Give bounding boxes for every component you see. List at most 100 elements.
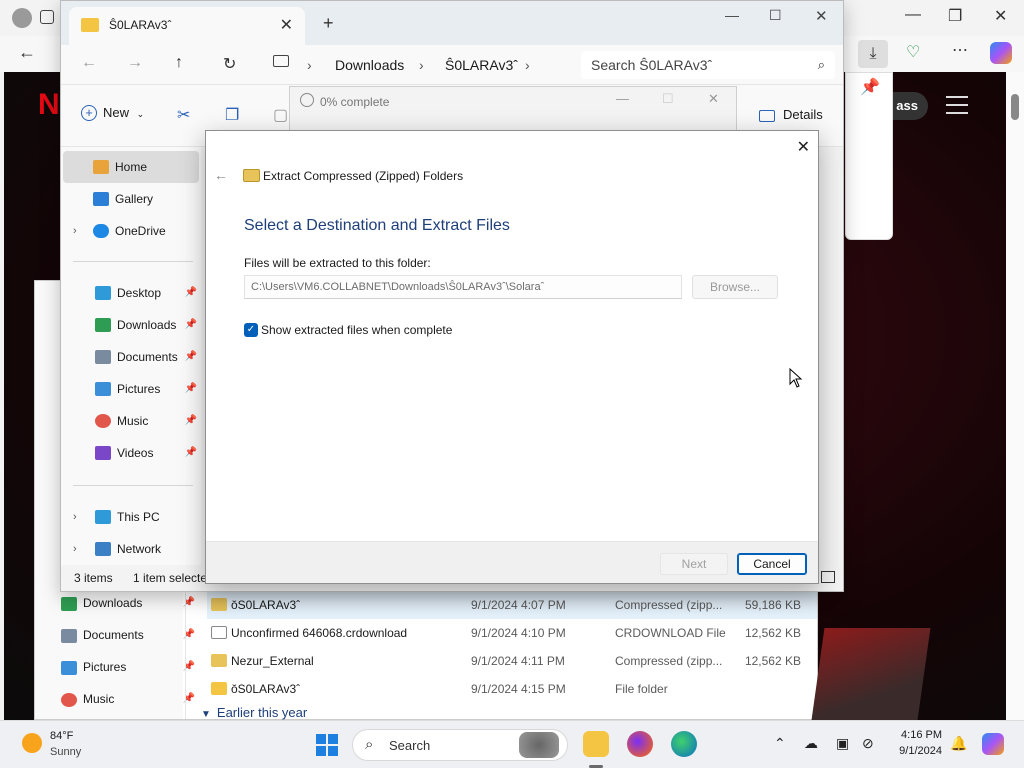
refresh-icon[interactable]: ↻: [223, 54, 236, 74]
notification-bell-icon[interactable]: 🔔: [950, 735, 967, 752]
sidebar-item-this-pc[interactable]: › This PC: [63, 501, 199, 533]
maximize-icon[interactable]: ☐: [662, 91, 674, 107]
table-row[interactable]: ŏS0LARAv3ˆ 9/1/2024 4:07 PM Compressed (…: [207, 591, 817, 619]
firefox-app-icon[interactable]: [627, 731, 653, 757]
tab-solara[interactable]: Ŝ0LARAv3ˆ ✕: [69, 7, 305, 45]
chevron-up-icon[interactable]: ⌃: [774, 735, 786, 752]
breadcrumb-solara[interactable]: Ŝ0LARAv3ˆ: [445, 57, 518, 73]
divider: [73, 261, 193, 262]
sidebar-item-documents[interactable]: Documents 📌: [63, 341, 199, 373]
copy-icon[interactable]: ❐: [225, 105, 239, 125]
close-icon[interactable]: ✕: [708, 91, 719, 107]
copilot-icon[interactable]: [990, 42, 1012, 64]
forward-arrow-icon[interactable]: →: [127, 54, 143, 72]
hamburger-menu-icon[interactable]: [946, 96, 968, 120]
chevron-right-icon[interactable]: ›: [525, 57, 530, 73]
table-row[interactable]: Nezur_External 9/1/2024 4:11 PM Compress…: [207, 647, 817, 675]
close-icon[interactable]: ✕: [815, 7, 828, 25]
sidebar-item-onedrive[interactable]: › OneDrive: [63, 215, 199, 247]
performance-icon[interactable]: ♡: [906, 42, 920, 62]
back-sidebar-item-pictures[interactable]: Pictures 📌: [61, 653, 201, 681]
sidebar-item-pictures[interactable]: Pictures 📌: [63, 373, 199, 405]
search-input[interactable]: Search Ŝ0LARAv3ˆ ⌕: [581, 51, 835, 79]
back-arrow-icon[interactable]: ←: [18, 42, 36, 63]
copilot-icon[interactable]: [982, 733, 1004, 755]
cloud-off-icon[interactable]: ☁: [804, 735, 818, 752]
music-icon: [61, 692, 77, 707]
destination-path-input[interactable]: C:\Users\VM6.COLLABNET\Downloads\Ŝ0LARAv…: [244, 275, 682, 299]
sidebar-item-home[interactable]: Home: [63, 151, 199, 183]
divider: [73, 485, 193, 486]
close-icon[interactable]: ✕: [994, 6, 1007, 26]
maximize-icon[interactable]: ❐: [948, 6, 962, 26]
tiles-view-icon[interactable]: [821, 571, 835, 583]
back-sidebar-item-documents[interactable]: Documents 📌: [61, 621, 201, 649]
browser-scrollbar[interactable]: [1006, 72, 1024, 728]
chevron-right-icon[interactable]: ›: [73, 533, 77, 565]
file-type: Compressed (zipp...: [615, 598, 723, 612]
sidebar-item-desktop[interactable]: Desktop 📌: [63, 277, 199, 309]
pin-icon: 📌: [184, 319, 197, 330]
cancel-button[interactable]: Cancel: [737, 553, 807, 575]
back-arrow-icon[interactable]: ←: [81, 54, 97, 72]
up-arrow-icon[interactable]: ↑: [175, 54, 183, 72]
sidebar-item-music[interactable]: Music 📌: [63, 405, 199, 437]
tab-actions-icon[interactable]: [40, 10, 54, 24]
show-files-checkbox-label[interactable]: Show extracted files when complete: [261, 323, 452, 337]
cut-icon[interactable]: ✂: [177, 105, 190, 125]
new-button[interactable]: + New ⌄: [81, 105, 144, 121]
minimize-icon[interactable]: —: [616, 91, 629, 106]
tray-app-icon[interactable]: ▣: [836, 735, 849, 752]
clock-date[interactable]: 9/1/2024: [886, 745, 942, 757]
table-row[interactable]: ŏS0LARAv3ˆ 9/1/2024 4:15 PM File folder: [207, 675, 817, 703]
table-row[interactable]: Unconfirmed 646068.crdownload 9/1/2024 4…: [207, 619, 817, 647]
sidebar-item-videos[interactable]: Videos 📌: [63, 437, 199, 469]
edge-app-icon[interactable]: [671, 731, 697, 757]
scrollbar-thumb[interactable]: [1011, 94, 1019, 120]
weather-temperature: 84°F: [50, 730, 74, 742]
back-sidebar-item-downloads[interactable]: Downloads 📌: [61, 589, 201, 617]
chevron-right-icon[interactable]: ›: [73, 501, 77, 533]
taskbar-search[interactable]: ⌕ Search: [352, 729, 568, 761]
sidebar-item-gallery[interactable]: Gallery: [63, 183, 199, 215]
browse-button[interactable]: Browse...: [692, 275, 778, 299]
sidebar-item-network[interactable]: › Network: [63, 533, 199, 565]
close-icon[interactable]: ✕: [797, 137, 810, 157]
chevron-down-icon: ▼: [201, 709, 211, 720]
start-button[interactable]: [316, 734, 338, 756]
group-header[interactable]: ▼ Earlier this year: [201, 705, 307, 720]
details-button[interactable]: Details: [759, 107, 823, 122]
folder-icon: [81, 18, 99, 32]
minimize-icon[interactable]: —: [905, 6, 921, 24]
network-status-icon[interactable]: ⊘: [862, 735, 874, 752]
maximize-icon[interactable]: ☐: [769, 7, 782, 24]
next-button[interactable]: Next: [660, 553, 728, 575]
mouse-cursor-icon: [789, 368, 803, 388]
profile-avatar[interactable]: [12, 8, 32, 28]
show-files-checkbox[interactable]: ✓: [244, 323, 258, 337]
pin-icon[interactable]: 📌: [860, 77, 880, 97]
file-explorer-app-icon[interactable]: [583, 731, 609, 757]
file-date: 9/1/2024 4:10 PM: [471, 626, 566, 640]
details-label: Details: [783, 107, 823, 122]
breadcrumb-downloads[interactable]: Downloads: [335, 57, 404, 73]
this-pc-icon[interactable]: [273, 55, 289, 67]
paste-icon[interactable]: ▢: [273, 105, 288, 125]
minimize-icon[interactable]: —: [725, 7, 739, 23]
back-arrow-icon[interactable]: ←: [214, 167, 228, 183]
sidebar-item-label: Music: [117, 414, 149, 428]
pin-icon: 📌: [184, 447, 197, 458]
clock-icon: [300, 93, 314, 107]
clock-time[interactable]: 4:16 PM: [896, 729, 942, 741]
chevron-right-icon[interactable]: ›: [73, 215, 77, 247]
more-menu-icon[interactable]: ⋯: [952, 40, 968, 60]
file-size: 12,562 KB: [744, 626, 801, 640]
sidebar-item-label: Documents: [83, 628, 144, 642]
plus-circle-icon: +: [81, 105, 97, 121]
new-tab-icon[interactable]: +: [323, 13, 334, 34]
close-tab-icon[interactable]: ✕: [280, 15, 293, 35]
game-preview-image: [811, 628, 931, 720]
downloads-icon[interactable]: ⤓: [858, 40, 888, 68]
sidebar-item-downloads[interactable]: Downloads 📌: [63, 309, 199, 341]
back-sidebar-item-music[interactable]: Music 📌: [61, 685, 201, 713]
